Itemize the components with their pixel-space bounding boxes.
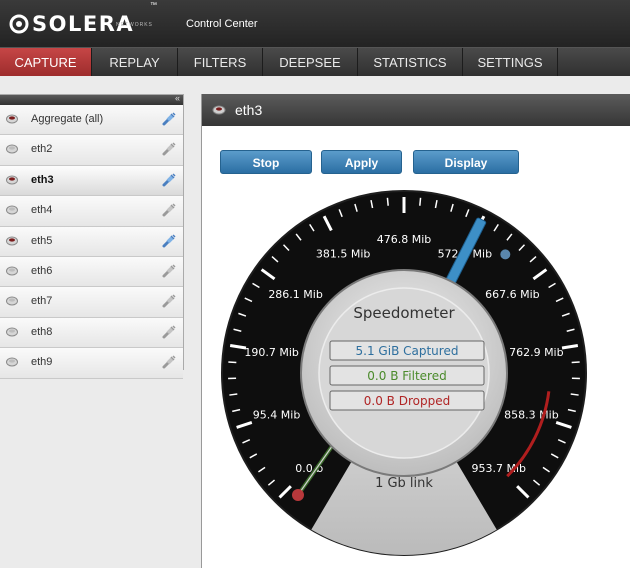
disk-icon	[6, 236, 18, 246]
minor-tick	[228, 362, 236, 363]
disk-icon	[6, 327, 18, 337]
tab-capture[interactable]: CAPTURE	[0, 48, 92, 77]
captured-value: 5.1 GiB Captured	[356, 344, 459, 358]
interface-row[interactable]: eth7	[0, 287, 183, 317]
scale-label: 286.1 Mib	[268, 288, 323, 301]
disk-icon	[6, 114, 18, 124]
logo-mark-icon	[8, 13, 30, 35]
tab-statistics[interactable]: STATISTICS	[358, 48, 463, 77]
plug-disconnected-icon[interactable]	[161, 354, 177, 370]
interface-name: eth6	[31, 265, 52, 277]
minor-tick	[420, 198, 421, 206]
disk-icon	[6, 205, 18, 215]
plug-connected-icon[interactable]	[161, 172, 177, 188]
logo-trademark: ™	[150, 2, 157, 9]
interface-name: eth5	[31, 235, 52, 247]
speedometer-title: Speedometer	[353, 304, 455, 322]
tab-deepsee[interactable]: DEEPSEE	[263, 48, 358, 77]
interface-row[interactable]: eth6	[0, 257, 183, 287]
panel-title: eth3	[235, 102, 262, 118]
minor-tick	[571, 394, 579, 395]
interface-row[interactable]: eth5	[0, 227, 183, 257]
panel-header: eth3	[202, 94, 630, 126]
interface-row[interactable]: eth2	[0, 135, 183, 165]
minor-tick	[572, 362, 580, 363]
interface-name: eth4	[31, 204, 52, 216]
scale-label: 95.4 Mib	[253, 408, 301, 421]
app-title: Control Center	[186, 18, 258, 30]
interface-name: Aggregate (all)	[31, 113, 103, 125]
interface-list: « Aggregate (all) eth2 eth3 eth4 eth5 eth6 eth…	[0, 94, 184, 370]
minor-tick	[229, 394, 237, 395]
interface-disk-icon	[212, 105, 226, 115]
tab-replay[interactable]: REPLAY	[92, 48, 178, 77]
plug-disconnected-icon[interactable]	[161, 263, 177, 279]
tab-settings[interactable]: SETTINGS	[463, 48, 558, 77]
plug-connected-icon[interactable]	[161, 111, 177, 127]
capture-panel: eth3 Stop Capture Apply Filter Display O…	[201, 94, 630, 568]
interface-row[interactable]: eth3	[0, 166, 183, 196]
scale-label: 190.7 Mib	[244, 346, 299, 359]
link-speed-label: 1 Gb link	[375, 476, 433, 491]
app-header: SOLERA ™ NETWORKS Control Center	[0, 0, 630, 47]
interface-name: eth9	[31, 356, 52, 368]
apply-filter-button[interactable]: Apply Filter	[321, 150, 402, 174]
tab-filters[interactable]: FILTERS	[178, 48, 263, 77]
disk-icon	[6, 296, 18, 306]
interface-name: eth8	[31, 326, 52, 338]
disk-icon	[6, 266, 18, 276]
interface-name: eth7	[31, 295, 52, 307]
interface-row[interactable]: eth4	[0, 196, 183, 226]
scale-label: 667.6 Mib	[485, 288, 540, 301]
scale-label: 476.8 Mib	[377, 233, 432, 246]
interface-row[interactable]: eth9	[0, 348, 183, 378]
plug-disconnected-icon[interactable]	[161, 202, 177, 218]
display-options-button[interactable]: Display Options	[413, 150, 519, 174]
filtered-value: 0.0 B Filtered	[367, 369, 446, 383]
collapse-icon[interactable]: «	[175, 93, 180, 103]
scale-label: 381.5 Mib	[316, 248, 371, 261]
plug-disconnected-icon[interactable]	[161, 141, 177, 157]
disk-icon	[6, 357, 18, 367]
disk-icon	[6, 175, 18, 185]
speedometer-gauge: 0.0 b95.4 Mib190.7 Mib286.1 Mib381.5 Mib…	[220, 189, 590, 569]
disk-icon	[6, 144, 18, 154]
interface-row[interactable]: Aggregate (all)	[0, 105, 183, 135]
plug-connected-icon[interactable]	[161, 233, 177, 249]
interface-list-header: «	[0, 95, 183, 105]
main-nav: CAPTURE REPLAY FILTERS DEEPSEE STATISTIC…	[0, 47, 630, 77]
scale-label: 762.9 Mib	[509, 346, 564, 359]
plug-disconnected-icon[interactable]	[161, 324, 177, 340]
interface-name: eth2	[31, 143, 52, 155]
dropped-value: 0.0 B Dropped	[364, 394, 450, 408]
gauge-zero-marker	[292, 489, 304, 501]
minor-tick	[387, 198, 388, 206]
interface-name: eth3	[31, 174, 54, 186]
scale-label: 858.3 Mib	[504, 408, 559, 421]
logo-subtitle: NETWORKS	[116, 22, 153, 28]
interface-row[interactable]: eth8	[0, 318, 183, 348]
plug-disconnected-icon[interactable]	[161, 293, 177, 309]
gauge-max-marker	[500, 249, 510, 259]
stop-capture-button[interactable]: Stop Capture	[220, 150, 312, 174]
